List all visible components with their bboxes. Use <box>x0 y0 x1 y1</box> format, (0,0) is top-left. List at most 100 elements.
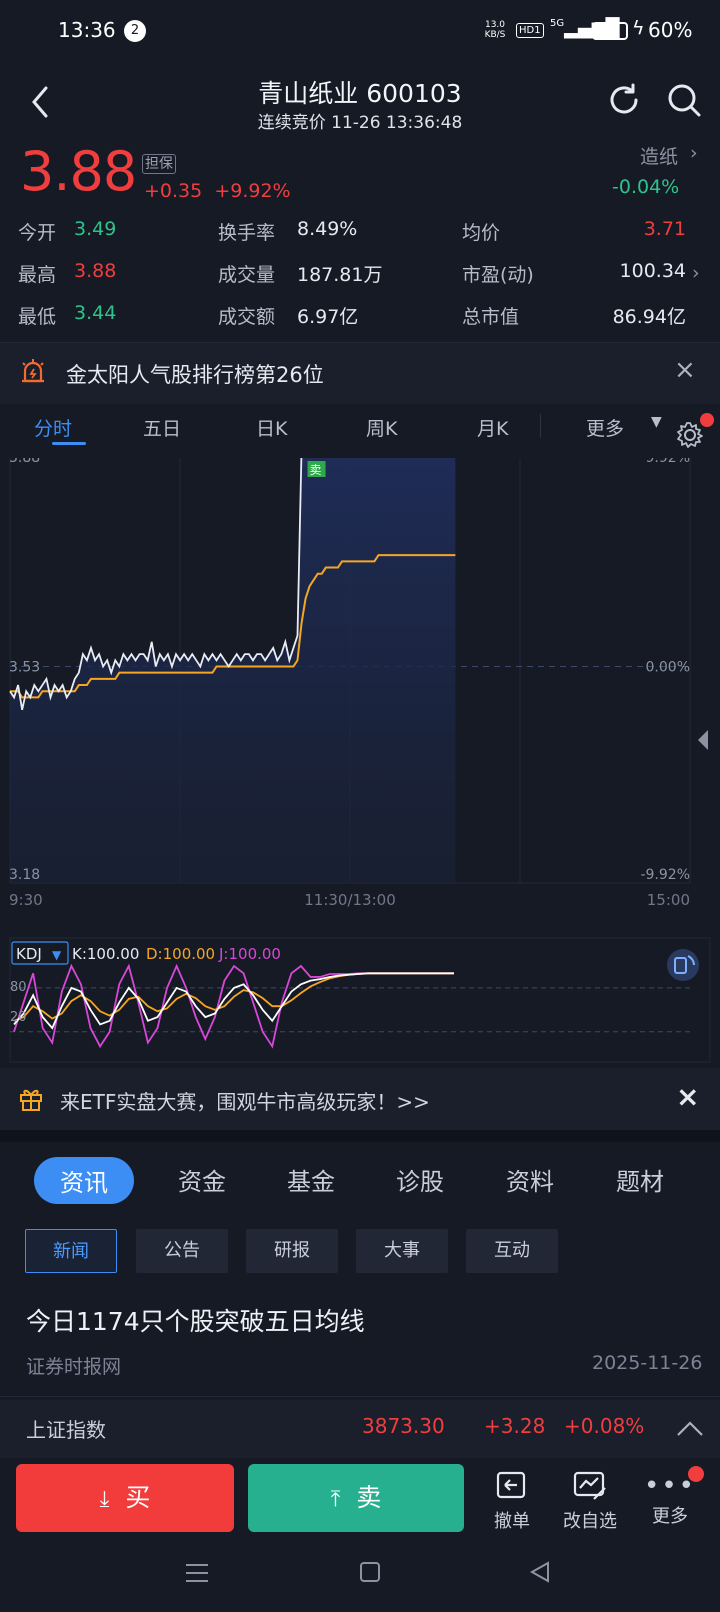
stat-value: 8.49% <box>297 218 358 240</box>
buy-arrow-icon: ⤓ <box>99 1487 110 1512</box>
stat-value: 3.71 <box>643 218 686 240</box>
kdj-grid <box>10 987 690 1033</box>
news-chip-2[interactable]: 研报 <box>246 1229 338 1273</box>
status-bar: 13:36 2 13.0 KB/S HD1 5G▂▄▆█ ϟ 60% <box>0 0 720 62</box>
index-change-pct: +0.08% <box>564 1414 645 1438</box>
cancel-order-label: 撤单 <box>494 1511 530 1532</box>
kdj-label: KDJ <box>16 945 42 963</box>
news-source: 证券时报网 <box>26 1356 122 1378</box>
index-ticker-bar[interactable]: 上证指数 3873.30 +3.28 +0.08% <box>0 1400 720 1458</box>
promo-text: 来ETF实盘大赛，围观牛市高级玩家！>> <box>60 1090 430 1114</box>
intraday-chart[interactable]: 卖 3.88 3.53 3.18 9.92% 0.00% -9.92% 9:30 11:30/… <box>0 458 720 1068</box>
kdj-k-value: K:100.00 <box>72 945 139 963</box>
news-title[interactable]: 今日1174只个股突破五日均线 <box>26 1302 365 1338</box>
back-triangle-icon[interactable] <box>528 1560 552 1584</box>
content-tab-2[interactable]: 基金 <box>287 1162 335 1197</box>
chart-tab-3[interactable]: 周K <box>366 414 397 441</box>
home-icon[interactable] <box>360 1562 380 1582</box>
kdj-j-value: J:100.00 <box>218 945 281 963</box>
banner-text: 金太阳人气股排行榜第26位 <box>66 363 324 387</box>
chevron-right-icon[interactable]: › <box>692 262 700 284</box>
stat-label: 成交额 <box>218 306 276 328</box>
menu-icon[interactable] <box>186 1564 208 1582</box>
notification-dot <box>688 1466 704 1482</box>
dropdown-triangle-icon[interactable]: ▼ <box>651 414 662 430</box>
margin-badge: 担保 <box>142 154 176 174</box>
more-label: 更多 <box>652 1506 688 1527</box>
refresh-icon[interactable] <box>606 82 642 118</box>
y-left-tick-0: 3.88 <box>9 458 40 466</box>
battery-icon <box>592 22 628 40</box>
etf-promo-banner[interactable]: 来ETF实盘大赛，围观牛市高级玩家！>> × <box>0 1068 720 1130</box>
x-tick-2: 15:00 <box>647 891 690 909</box>
chart-tab-4[interactable]: 月K <box>477 414 508 441</box>
stat-value: 3.44 <box>74 302 117 324</box>
battery-percent: 60% <box>648 18 693 42</box>
stat-label: 最低 <box>18 306 57 328</box>
divider <box>0 1396 720 1397</box>
sector-change: -0.04% <box>612 176 680 198</box>
hd-voice-icon: HD1 <box>516 23 544 38</box>
stat-value: 3.49 <box>74 218 117 240</box>
section-divider <box>0 1130 720 1142</box>
notification-dot <box>700 413 714 427</box>
chart-tab-1[interactable]: 五日 <box>143 414 181 441</box>
edit-watchlist-label: 改自选 <box>563 1511 617 1532</box>
stat-label: 市盈(动) <box>462 264 534 286</box>
index-change: +3.28 <box>484 1414 546 1438</box>
search-icon[interactable] <box>666 82 702 118</box>
news-date: 2025-11-26 <box>592 1352 703 1374</box>
content-tab-5[interactable]: 题材 <box>616 1162 664 1197</box>
stat-value: 187.81万 <box>297 264 383 286</box>
stat-value: 100.34 <box>619 260 686 282</box>
dropdown-triangle-icon: ▼ <box>52 948 62 962</box>
price-change: +0.35 +9.92% <box>144 180 291 202</box>
cancel-order-button[interactable]: 撤单 <box>480 1470 544 1533</box>
alarm-icon <box>22 359 44 383</box>
kdj-tick-20: 20 <box>10 1010 27 1025</box>
x-tick-1: 11:30/13:00 <box>304 891 396 909</box>
news-chip-0[interactable]: 新闻 <box>25 1229 117 1273</box>
buy-button[interactable]: ⤓ 买 <box>16 1464 234 1532</box>
stat-label: 均价 <box>462 222 501 244</box>
gift-icon <box>20 1089 42 1111</box>
chart-tab-5[interactable]: 更多 <box>586 414 624 441</box>
news-chip-1[interactable]: 公告 <box>136 1229 228 1273</box>
settings-gear-icon[interactable] <box>675 420 705 450</box>
content-tab-4[interactable]: 资料 <box>506 1162 554 1197</box>
index-name: 上证指数 <box>26 1418 106 1442</box>
kdj-d-line <box>13 972 454 1022</box>
stat-value: 86.94亿 <box>612 306 686 328</box>
price-area-fill <box>10 458 456 883</box>
content-tab-3[interactable]: 诊股 <box>396 1162 444 1197</box>
close-icon[interactable]: × <box>674 355 696 385</box>
edit-watchlist-icon <box>573 1471 606 1500</box>
popularity-banner[interactable]: 金太阳人气股排行榜第26位 × <box>0 342 720 404</box>
notification-count-badge: 2 <box>124 20 146 42</box>
chevron-right-icon[interactable]: › <box>690 142 698 164</box>
stat-value: 3.88 <box>74 260 117 282</box>
tab-divider <box>540 414 541 438</box>
chart-tab-0[interactable]: 分时 <box>34 414 72 441</box>
kdj-tick-80: 80 <box>10 980 27 995</box>
sell-arrow-icon: ⤒ <box>330 1487 341 1512</box>
cancel-order-icon <box>496 1471 526 1499</box>
chevron-up-icon[interactable] <box>676 1420 704 1438</box>
close-icon[interactable]: × <box>676 1080 699 1113</box>
kdj-d-value: D:100.00 <box>146 945 215 963</box>
content-tab-1[interactable]: 资金 <box>178 1162 226 1197</box>
stat-label: 最高 <box>18 264 57 286</box>
sector-link[interactable]: 造纸 <box>640 142 678 169</box>
news-chip-3[interactable]: 大事 <box>356 1229 448 1273</box>
system-nav-bar <box>0 1540 720 1612</box>
edit-watchlist-button[interactable]: 改自选 <box>558 1470 622 1533</box>
chart-tab-2[interactable]: 日K <box>256 414 287 441</box>
stat-value: 6.97亿 <box>297 306 359 328</box>
y-right-tick-0: 9.92% <box>646 458 690 466</box>
sell-button[interactable]: ⤒ 卖 <box>248 1464 464 1532</box>
index-value: 3873.30 <box>362 1414 445 1438</box>
stat-label: 总市值 <box>462 306 520 328</box>
y-left-tick-2: 3.18 <box>9 867 40 883</box>
content-tab-0[interactable]: 资讯 <box>34 1157 134 1204</box>
news-chip-4[interactable]: 互动 <box>466 1229 558 1273</box>
